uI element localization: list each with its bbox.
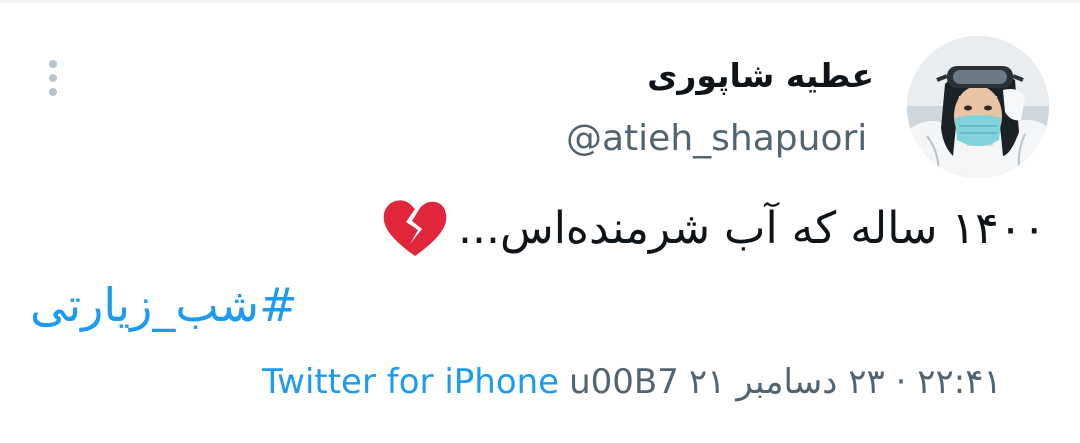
avatar[interactable] bbox=[907, 36, 1049, 178]
tweet-timestamp[interactable]: ۲۲:۴۱ · ۲۳ دسامبر ۲۱ bbox=[689, 362, 1002, 402]
broken-heart-icon bbox=[383, 200, 447, 256]
dot bbox=[49, 74, 57, 82]
tweet-meta: Twitter for iPhone u00B7 ۲۲:۴۱ · ۲۳ دسام… bbox=[262, 362, 1002, 402]
hashtag-link[interactable]: #شب_زیارتی bbox=[30, 278, 298, 332]
source-link[interactable]: Twitter for iPhone bbox=[262, 362, 559, 402]
avatar-photo bbox=[907, 36, 1049, 178]
tweet-text: ۱۴۰۰ ساله که آب شرمنده‌اس... bbox=[458, 202, 1046, 254]
tweet-body: ۱۴۰۰ ساله که آب شرمنده‌اس... bbox=[380, 196, 1046, 260]
author-handle[interactable]: @atieh_shapuori bbox=[566, 118, 867, 159]
more-options-icon[interactable] bbox=[45, 58, 61, 98]
dot bbox=[49, 88, 57, 96]
meta-separator: u00B7 bbox=[569, 362, 679, 402]
top-divider bbox=[0, 0, 1080, 3]
dot bbox=[49, 60, 57, 68]
author-display-name[interactable]: عطیه شاپوری bbox=[647, 56, 874, 95]
